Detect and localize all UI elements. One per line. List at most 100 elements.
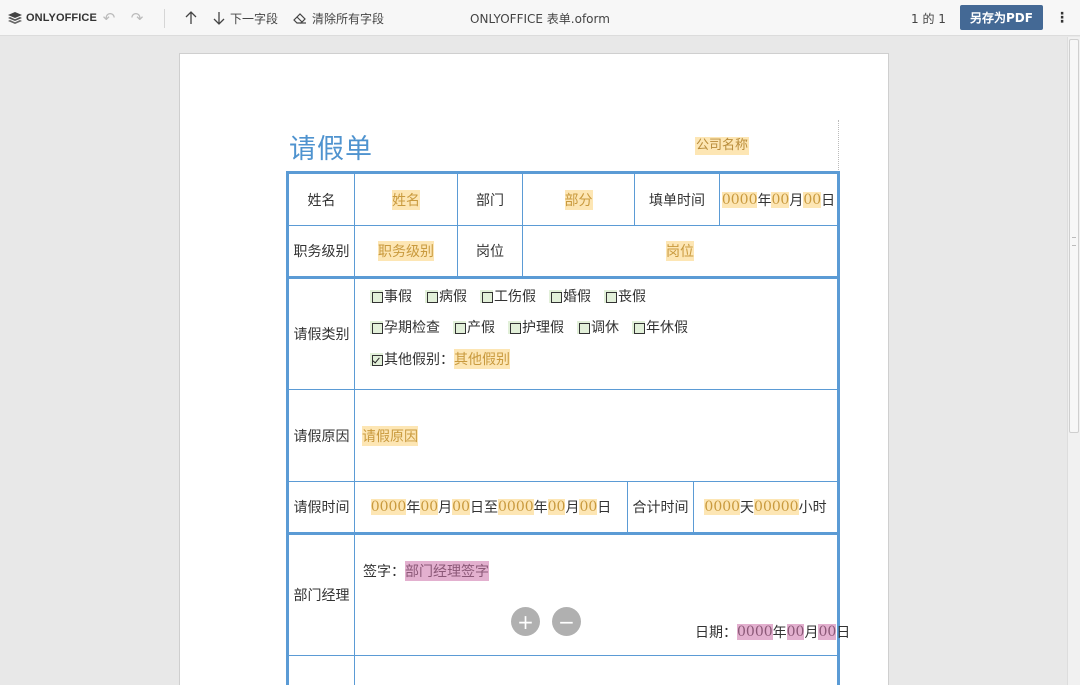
checkbox-label: 事假 [384,289,412,305]
label-rank: 职务级别 [293,244,350,260]
checkbox-pregnancy-check[interactable]: 孕期检查 [370,317,440,337]
dept-field[interactable]: 部分 [564,189,593,210]
start-day[interactable]: 00 [452,499,470,515]
name-field-cell: 姓名 [355,174,457,225]
checkbox-label: 其他假别： [384,352,454,368]
end-year[interactable]: 0000 [498,499,534,515]
year-char: 年 [533,500,548,516]
checked-checkbox-icon [370,352,383,366]
manager-sign-field[interactable]: 部门经理签字 [405,561,489,581]
post-field[interactable]: 岗位 [666,241,694,261]
undo-button[interactable]: ↶ [99,0,119,36]
vertical-scrollbar[interactable] [1067,37,1080,685]
zoom-out-button[interactable]: − [552,607,581,636]
undo-icon: ↶ [102,9,116,27]
checkbox-other-leave[interactable]: 其他假别： [370,349,454,369]
total-hours[interactable]: 00000 [754,499,799,515]
year-char: 年 [406,500,421,516]
end-month[interactable]: 00 [547,499,566,515]
total-days[interactable]: 0000 [704,499,741,515]
top-toolbar: ONLYOFFICE ↶ ↷ 下一字段 清除所有字段 ONLYOFFICE 表单… [0,0,1080,36]
rank-field[interactable]: 职务级别 [378,241,434,261]
manager-date-row: 日期： 0000 年 00 月 00 日 [695,621,850,643]
checkbox-compensatory-leave[interactable]: 调休 [577,317,619,337]
checkbox-label: 产假 [467,320,495,336]
checkbox-icon [604,289,617,303]
zoom-in-button[interactable]: + [511,607,540,636]
checkbox-label: 护理假 [522,320,564,336]
leave-type-row-1: 事假 病假 工伤假 婚假 丧假 [370,285,659,307]
app-logo-text: ONLYOFFICE [26,12,97,24]
checkbox-label: 调休 [591,320,619,336]
save-as-pdf-button[interactable]: 另存为PDF [960,5,1043,30]
checkbox-maternity-leave[interactable]: 产假 [453,317,495,337]
onlyoffice-logo-icon [8,12,22,24]
rank-field-cell: 职务级别 [355,226,457,276]
reason-field[interactable]: 请假原因 [362,425,418,446]
checkbox-icon [425,289,438,303]
to-char: 日至 [470,500,498,516]
company-name-field[interactable]: 公司名称 [695,137,750,155]
previous-field-button[interactable] [183,0,199,36]
leave-type-row-2: 孕期检查 产假 护理假 调休 年休假 [370,316,701,338]
fill-date-day[interactable]: 00 [803,191,822,208]
sign-date-month[interactable]: 00 [786,624,805,640]
fill-date-year[interactable]: 0000 [721,191,758,208]
label-leave-time: 请假时间 [293,500,350,516]
table-border-right [837,171,840,685]
sign-date-year[interactable]: 0000 [737,624,773,640]
hour-unit: 小时 [798,500,827,516]
checkbox-marriage-leave[interactable]: 婚假 [549,286,591,306]
more-options-button[interactable]: ⋮ [1054,0,1070,36]
scrollbar-thumb[interactable] [1069,39,1079,433]
checkbox-icon [480,289,493,303]
fill-date-month[interactable]: 00 [771,191,790,208]
manager-sign-row: 签字： 部门经理签字 [363,560,489,582]
checkbox-icon [549,289,562,303]
checkbox-funeral-leave[interactable]: 丧假 [604,286,646,306]
month-char: 月 [565,500,580,516]
clear-all-fields-button[interactable]: 清除所有字段 [293,0,384,36]
checkbox-icon [453,320,466,334]
label-name: 姓名 [307,192,336,209]
arrow-down-icon [213,12,225,25]
checkbox-label: 婚假 [563,289,591,305]
checkbox-icon [508,320,521,334]
date-label: 日期： [695,625,737,641]
other-leave-field[interactable]: 其他假别 [454,349,510,369]
dept-field-cell: 部分 [523,174,634,225]
redo-button[interactable]: ↷ [127,0,147,36]
day-char: 日 [597,500,612,516]
leave-range-field: 0000 年 00 月 00 日至 0000 年 00 月 00 日 [355,482,627,532]
checkbox-nursing-leave[interactable]: 护理假 [508,317,564,337]
checkbox-label: 孕期检查 [384,320,440,336]
name-field[interactable]: 姓名 [392,189,420,210]
checkbox-personal-leave[interactable]: 事假 [370,286,412,306]
label-fill-time: 填单时间 [649,192,705,209]
checkbox-label: 工伤假 [494,289,536,305]
checkbox-icon [632,320,645,334]
reason-field-cell: 请假原因 [362,390,418,481]
checkbox-label: 年休假 [646,320,688,336]
next-field-button[interactable]: 下一字段 [213,0,278,36]
toolbar-divider [164,9,165,28]
total-time-field: 0000 天 00000 小时 [694,482,837,532]
row-divider [286,532,840,535]
day-unit: 天 [740,500,755,516]
checkbox-icon [370,320,383,334]
checkbox-annual-leave[interactable]: 年休假 [632,317,688,337]
fill-date-field: 0000 年 00 月 00 日 [720,174,837,225]
clear-all-fields-label: 清除所有字段 [312,11,385,26]
month-char: 月 [438,500,453,516]
start-month[interactable]: 00 [420,499,439,515]
sign-date-day[interactable]: 00 [818,624,837,640]
eraser-icon [293,13,306,24]
label-leave-type: 请假类别 [293,327,350,343]
end-day[interactable]: 00 [579,499,598,515]
app-logo[interactable]: ONLYOFFICE [8,0,97,36]
redo-icon: ↷ [130,9,144,27]
start-year[interactable]: 0000 [370,499,407,515]
checkbox-injury-leave[interactable]: 工伤假 [480,286,536,306]
checkbox-sick-leave[interactable]: 病假 [425,286,467,306]
label-total-time: 合计时间 [632,500,689,516]
